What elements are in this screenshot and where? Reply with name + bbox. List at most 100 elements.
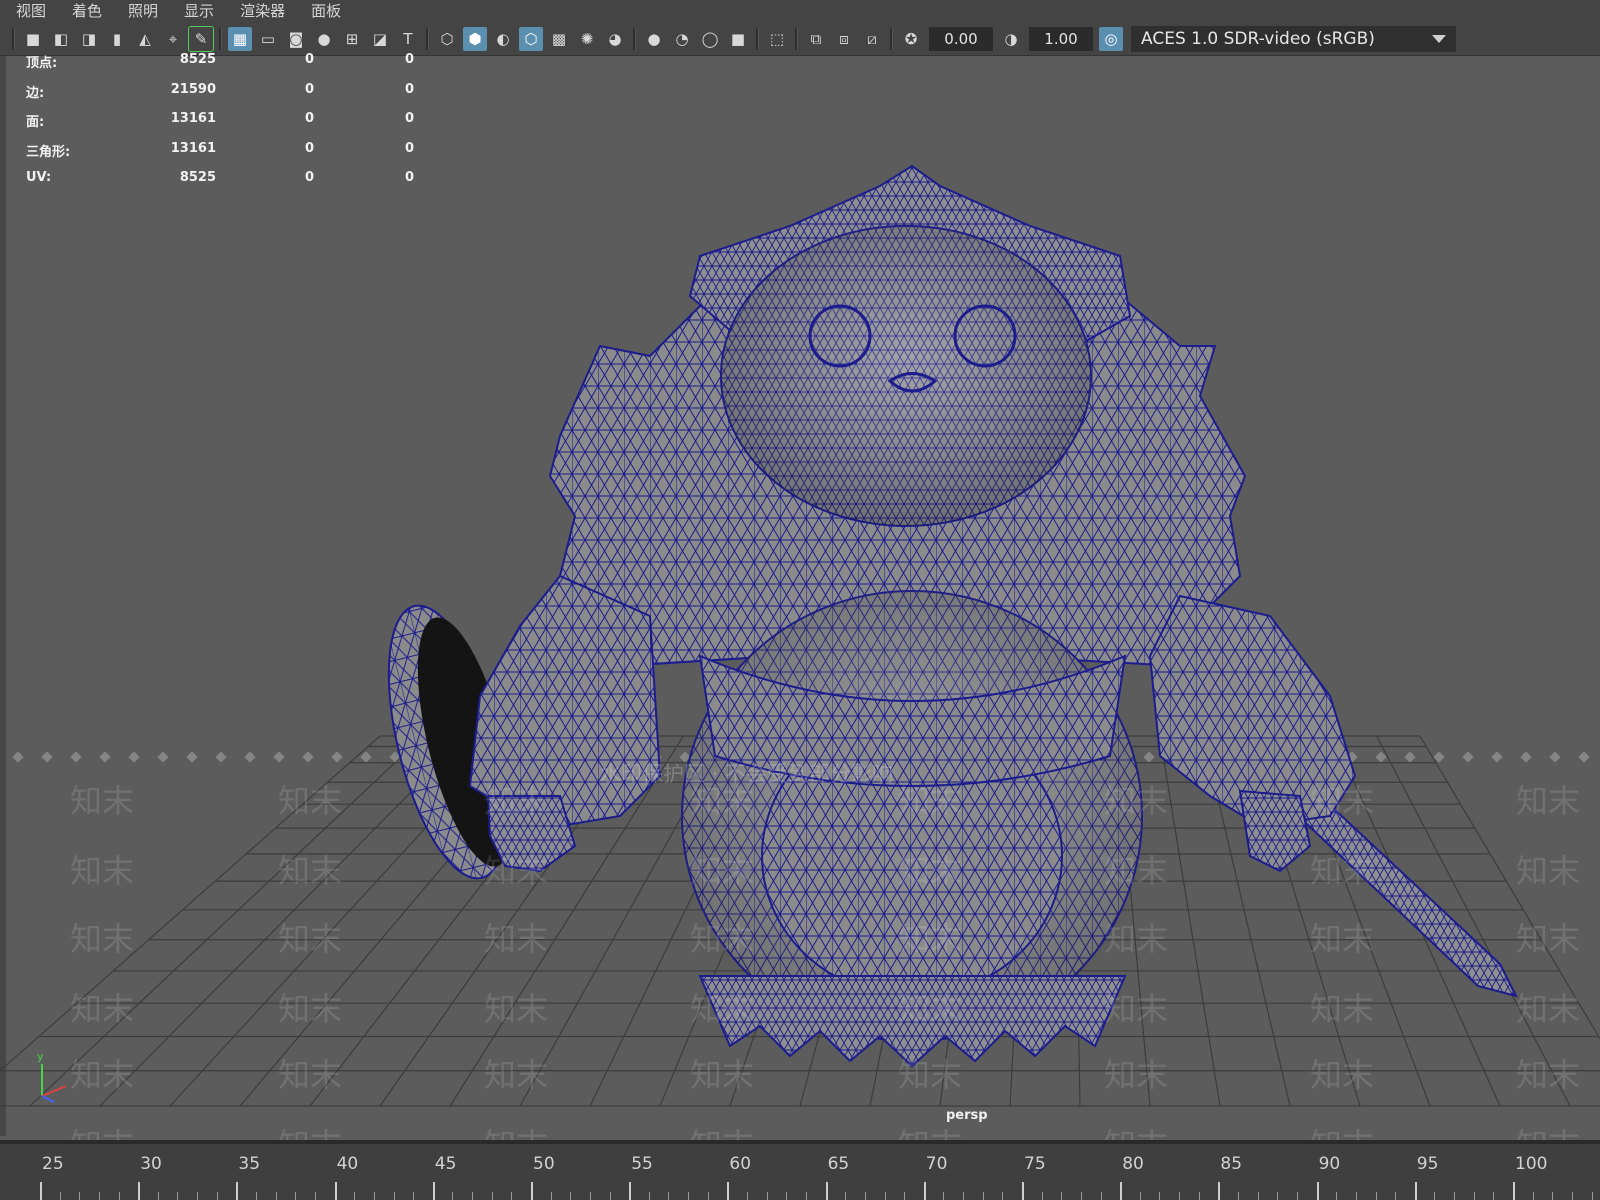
camera-attributes-icon[interactable]: ◧ [49,27,73,51]
watermark-dot [99,751,111,763]
timeline-minor-tick [884,1192,886,1200]
left-arm-mesh [468,574,662,828]
depth-of-field-icon[interactable]: ■ [726,27,750,51]
timeline-major-tick [40,1182,42,1200]
hud-value: 0 [404,170,414,185]
bookmark-icon[interactable]: ▮ [105,27,129,51]
watermark-dot [1404,751,1416,763]
menu-renderer[interactable]: 渲染器 [240,0,285,22]
view-transform-dropdown[interactable]: ACES 1.0 SDR-video (sRGB) [1131,25,1456,52]
toolbar-separator [12,27,15,50]
menu-panels[interactable]: 面板 [311,0,341,22]
menu-show[interactable]: 显示 [184,0,214,22]
hud-value: 8525 [179,52,216,67]
timeline-minor-tick [256,1192,258,1200]
wireframe-icon[interactable]: ⬡ [435,27,459,51]
exposure-icon[interactable]: ✪ [899,27,923,51]
isolate-select-icon[interactable]: ⬚ [765,27,789,51]
grid-line [0,735,381,1072]
timeline-minor-tick [1336,1192,1338,1200]
watermark-dot [1578,751,1590,763]
timeline-major-tick [531,1182,533,1200]
character-mesh[interactable] [366,164,1518,1068]
timeline-minor-tick [197,1192,199,1200]
lights-icon[interactable]: ✺ [575,27,599,51]
gamma-field[interactable] [1029,26,1093,51]
ambient-occlusion-icon[interactable]: ● [642,27,666,51]
hud-row-edges: 边: 21590 0 0 [26,82,414,112]
timeline-major-tick [1414,1182,1417,1200]
timeline-minor-tick [904,1192,906,1200]
menu-lighting[interactable]: 照明 [128,0,158,22]
timeline-major-tick [138,1182,141,1200]
exposure-field[interactable] [929,26,993,51]
timeline-major-tick [432,1182,435,1200]
field-chart-icon[interactable]: ⊞ [340,27,364,51]
timeline-minor-tick [1355,1192,1357,1200]
camera-lock-icon[interactable]: ◨ [77,27,101,51]
timeline-major-tick [1120,1182,1123,1200]
hud-value: 13161 [170,111,216,126]
watermark-dot [12,751,24,763]
safe-title-icon[interactable]: T [396,27,420,51]
timeline-minor-tick [1434,1192,1436,1200]
watermark-dot [215,751,227,763]
timeline-tick-label: 65 [827,1154,850,1174]
hud-value: 0 [404,140,414,156]
timeline-minor-tick [1532,1192,1534,1200]
timeline-minor-tick [98,1192,100,1200]
film-gate-icon[interactable]: ▭ [256,27,280,51]
timeline-tick-label: 25 [42,1154,64,1174]
sword-mesh [1288,792,1518,998]
grease-pencil-icon[interactable]: ✎ [188,25,214,52]
timeline-minor-tick [1277,1192,1279,1200]
timeline-tick-label: 100 [1515,1154,1548,1174]
watermark-dot [302,751,314,763]
axis-y-label: y [37,1050,44,1063]
timeline-tick-label: 30 [140,1154,162,1174]
shadows-icon[interactable]: ◕ [603,27,627,51]
two-d-pan-zoom-icon[interactable]: ⌖ [161,27,185,51]
timeline-minor-tick [393,1192,395,1200]
menu-shading[interactable]: 着色 [72,0,102,22]
resolution-gate-icon[interactable]: ◙ [284,27,308,51]
time-slider[interactable]: 25 30 35 40 45 50 55 60 65 70 75 80 85 90 95 100 [0,1140,1600,1200]
watermark-dot [360,751,372,763]
viewport[interactable]: y [0,56,1600,1140]
timeline-minor-tick [668,1192,670,1200]
wireframe-on-shaded-icon[interactable]: ⬡ [519,26,543,51]
timeline-tick-label: 85 [1220,1154,1243,1174]
menu-view[interactable]: 视图 [16,0,46,22]
timeline-minor-tick [570,1192,572,1200]
menu-bar: 视图 着色 照明 显示 渲染器 面板 [0,0,1600,22]
gate-mask-icon[interactable]: ● [312,27,336,51]
xray-active-components-icon[interactable]: ⧈ [832,27,856,51]
xray-icon[interactable]: ⧉ [804,27,828,51]
default-material-icon[interactable]: ◐ [491,27,515,51]
hud-value: 0 [304,140,314,156]
textured-icon[interactable]: ▩ [547,27,571,51]
timeline-minor-tick [747,1192,749,1200]
color-management-icon[interactable]: ◎ [1099,26,1123,51]
timeline-minor-tick [157,1192,159,1200]
camera-icon[interactable]: ■ [21,27,45,51]
timeline-minor-tick [472,1192,474,1200]
timeline-tick-label: 95 [1416,1154,1439,1174]
watermark-banner: 水印保护区 · 不会受到部分影响 [600,762,894,786]
xray-joints-icon[interactable]: ⧄ [860,27,884,51]
grid-line [1376,735,1571,1107]
timeline-minor-tick [1179,1192,1181,1200]
timeline-tick-label: 50 [533,1154,555,1174]
motion-blur-icon[interactable]: ◔ [670,27,694,51]
timeline-minor-tick [1296,1192,1298,1200]
timeline-minor-tick [79,1192,81,1200]
image-plane-icon[interactable]: ◭ [133,27,157,51]
timeline-tick-label: 70 [925,1154,948,1174]
gamma-icon[interactable]: ◑ [999,27,1023,51]
safe-action-icon[interactable]: ◪ [368,27,392,51]
smooth-shade-icon[interactable]: ⬢ [463,26,487,51]
anti-aliasing-icon[interactable]: ◯ [698,27,722,51]
timeline-minor-tick [963,1192,965,1200]
grid-icon[interactable]: ▦ [228,26,252,51]
timeline-major-tick [727,1182,730,1200]
